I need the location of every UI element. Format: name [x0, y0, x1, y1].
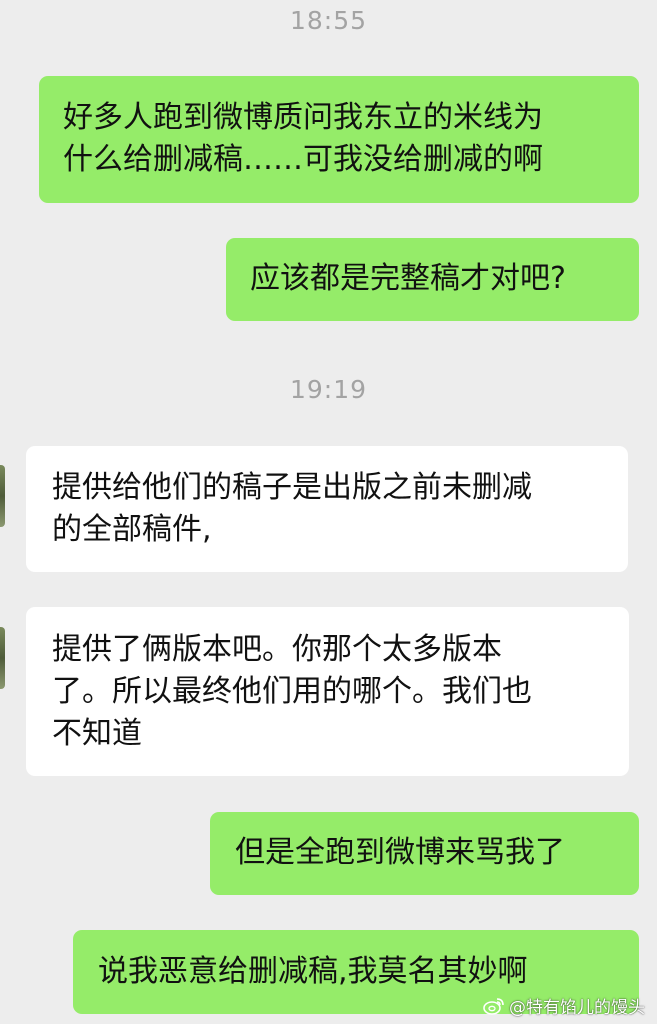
weibo-icon — [483, 997, 505, 1015]
timestamp: 18:55 — [289, 6, 368, 35]
message-bubble-outgoing[interactable]: 好多人跑到微博质问我东立的米线为 什么给删减稿……可我没给删减的啊 — [39, 76, 639, 203]
watermark-text: @特有馅儿的馒头 — [509, 998, 645, 1018]
message-bubble-outgoing[interactable]: 应该都是完整稿才对吧? — [226, 238, 639, 321]
timestamp: 19:19 — [289, 375, 368, 404]
message-bubble-incoming[interactable]: 提供给他们的稿子是出版之前未删减 的全部稿件, — [26, 446, 628, 572]
watermark: @特有馅儿的馒头 — [483, 993, 645, 1018]
message-bubble-incoming[interactable]: 提供了俩版本吧。你那个太多版本 了。所以最终他们用的哪个。我们也 不知道 — [26, 607, 629, 776]
contact-avatar[interactable] — [0, 465, 5, 527]
contact-avatar[interactable] — [0, 627, 5, 689]
message-bubble-outgoing[interactable]: 但是全跑到微博来骂我了 — [210, 812, 639, 895]
